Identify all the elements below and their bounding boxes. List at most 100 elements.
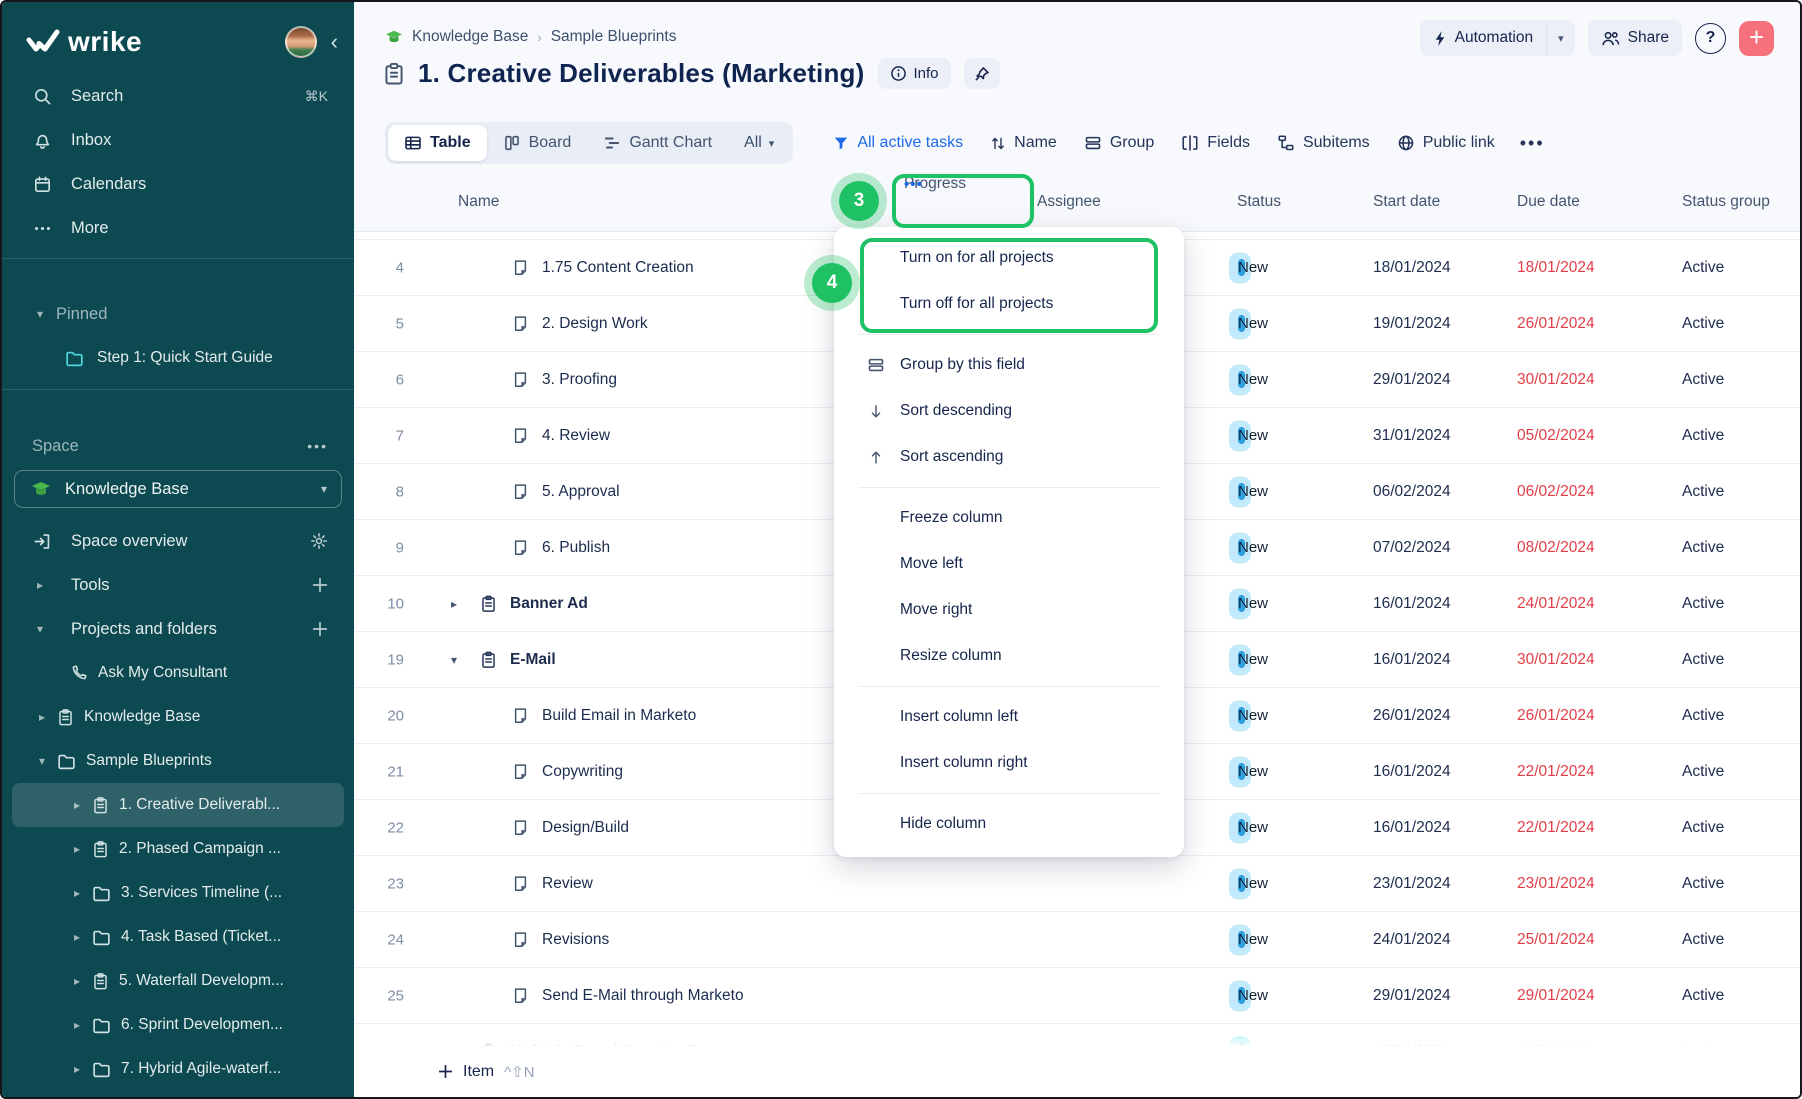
task-name[interactable]: 4. Review: [542, 427, 610, 445]
start-date[interactable]: 29/01/2024: [1373, 371, 1451, 389]
tree-item-3[interactable]: ▾Sample Blueprints: [12, 739, 344, 783]
gear-icon[interactable]: [310, 532, 328, 550]
due-date[interactable]: 26/01/2024: [1517, 315, 1595, 333]
table-row-23[interactable]: 23ReviewNew23/01/202423/01/2024Active: [354, 856, 1800, 912]
task-name[interactable]: Banner Ad: [510, 595, 588, 613]
start-date[interactable]: 16/01/2024: [1373, 763, 1451, 781]
menu-item-turn-on-for-all-projects[interactable]: Turn on for all projects›: [834, 235, 1184, 281]
chevron-right-icon[interactable]: ▸: [451, 597, 457, 611]
column-header-status-group[interactable]: Status group: [1682, 193, 1770, 211]
start-date[interactable]: 19/01/2024: [1373, 315, 1451, 333]
column-header-start-date[interactable]: Start date: [1373, 193, 1440, 211]
share-button[interactable]: Share: [1588, 20, 1682, 56]
due-date[interactable]: 22/01/2024: [1517, 819, 1595, 837]
create-button[interactable]: +: [1739, 21, 1774, 56]
menu-item-hide-column[interactable]: Hide column: [834, 801, 1184, 847]
tree-item-8[interactable]: ▸5. Waterfall Developm...: [12, 959, 344, 1003]
help-button[interactable]: ?: [1695, 23, 1726, 54]
start-date[interactable]: 29/01/2024: [1373, 987, 1451, 1005]
task-name[interactable]: 2. Design Work: [542, 315, 648, 333]
menu-item-sort-ascending[interactable]: Sort ascending: [834, 434, 1184, 480]
due-date[interactable]: 25/01/2024: [1517, 931, 1595, 949]
sidebar-item-calendars[interactable]: Calendars: [2, 162, 354, 206]
due-date[interactable]: 08/02/2024: [1517, 539, 1595, 557]
task-name[interactable]: Design/Build: [542, 819, 629, 837]
start-date[interactable]: 07/02/2024: [1373, 539, 1451, 557]
tab-table[interactable]: Table: [388, 125, 487, 161]
chevron-right-icon[interactable]: ▸: [70, 930, 84, 944]
chevron-right-icon[interactable]: ▸: [70, 842, 84, 856]
column-header-assignee[interactable]: Assignee: [1037, 193, 1101, 211]
due-date[interactable]: 05/02/2024: [1517, 427, 1595, 445]
menu-item-turn-off-for-all-projects[interactable]: Turn off for all projects: [834, 281, 1184, 327]
table-row-25[interactable]: 25Send E-Mail through MarketoNew29/01/20…: [354, 968, 1800, 1024]
chevron-right-icon[interactable]: ▸: [70, 798, 84, 812]
task-name[interactable]: 6. Publish: [542, 539, 610, 557]
sidebar-collapse-icon[interactable]: ‹: [331, 31, 338, 53]
start-date[interactable]: 23/01/2024: [1373, 875, 1451, 893]
breadcrumb-sample-blueprints[interactable]: Sample Blueprints: [551, 28, 677, 46]
task-name[interactable]: Build Email in Marketo: [542, 707, 696, 725]
column-header-name[interactable]: Name: [458, 193, 499, 211]
chevron-down-icon[interactable]: ▾: [451, 653, 457, 667]
menu-item-move-left[interactable]: Move left: [834, 541, 1184, 587]
pinned-item[interactable]: Step 1: Quick Start Guide: [2, 336, 354, 380]
group-button[interactable]: Group: [1084, 134, 1154, 152]
menu-item-freeze-column[interactable]: Freeze column: [834, 495, 1184, 541]
menu-item-insert-column-left[interactable]: Insert column left: [834, 694, 1184, 740]
task-name[interactable]: E-Mail: [510, 651, 556, 669]
progress-menu-dots[interactable]: •••: [904, 176, 923, 193]
tab-board[interactable]: Board: [487, 125, 588, 161]
table-row-24[interactable]: 24RevisionsNew24/01/202425/01/2024Active: [354, 912, 1800, 968]
task-name[interactable]: 5. Approval: [542, 483, 620, 501]
subitems-button[interactable]: Subitems: [1277, 134, 1370, 152]
due-date[interactable]: 22/01/2024: [1517, 763, 1595, 781]
start-date[interactable]: 26/01/2024: [1373, 707, 1451, 725]
sort-button[interactable]: Name: [990, 134, 1057, 152]
tree-item-10[interactable]: ▸7. Hybrid Agile-waterf...: [12, 1047, 344, 1091]
start-date[interactable]: 16/01/2024: [1373, 651, 1451, 669]
tree-item-7[interactable]: ▸4. Task Based (Ticket...: [12, 915, 344, 959]
sidebar-item-more[interactable]: More: [2, 206, 354, 250]
due-date[interactable]: 18/01/2024: [1517, 259, 1595, 277]
due-date[interactable]: 29/01/2024: [1517, 987, 1595, 1005]
task-name[interactable]: Review: [542, 875, 593, 893]
menu-item-move-right[interactable]: Move right: [834, 587, 1184, 633]
tab-gantt-chart[interactable]: Gantt Chart: [587, 125, 728, 161]
chevron-down-icon[interactable]: ▾: [35, 754, 49, 768]
task-name[interactable]: 3. Proofing: [542, 371, 617, 389]
task-name[interactable]: 1.75 Content Creation: [542, 259, 694, 277]
chevron-right-icon[interactable]: ▸: [70, 1018, 84, 1032]
automation-dropdown-chevron[interactable]: ▾: [1547, 32, 1575, 45]
task-name[interactable]: Revisions: [542, 931, 609, 949]
tree-item-4[interactable]: ▸1. Creative Deliverabl...: [12, 783, 344, 827]
due-date[interactable]: 30/01/2024: [1517, 371, 1595, 389]
start-date[interactable]: 31/01/2024: [1373, 427, 1451, 445]
space-more-icon[interactable]: •••: [307, 438, 328, 454]
due-date[interactable]: 24/01/2024: [1517, 595, 1595, 613]
space-switcher[interactable]: Knowledge Base ▾: [14, 470, 342, 508]
column-header-due-date[interactable]: Due date: [1517, 193, 1580, 211]
due-date[interactable]: 23/01/2024: [1517, 875, 1595, 893]
automation-button[interactable]: Automation ▾: [1420, 20, 1575, 56]
wrike-logo[interactable]: wrike: [26, 26, 142, 58]
breadcrumb-knowledge-base[interactable]: Knowledge Base: [412, 28, 528, 46]
start-date[interactable]: 18/01/2024: [1373, 259, 1451, 277]
task-name[interactable]: Copywriting: [542, 763, 623, 781]
plus-icon[interactable]: [312, 621, 328, 637]
chevron-right-icon[interactable]: ▸: [32, 578, 48, 592]
sidebar-item-projects-and-folders[interactable]: ▾Projects and folders: [2, 607, 354, 651]
chevron-down-icon[interactable]: ▾: [32, 622, 48, 636]
start-date[interactable]: 16/01/2024: [1373, 819, 1451, 837]
due-date[interactable]: 30/01/2024: [1517, 651, 1595, 669]
chevron-right-icon[interactable]: ▸: [70, 974, 84, 988]
chevron-right-icon[interactable]: ▸: [35, 710, 49, 724]
tree-item-2[interactable]: ▸Knowledge Base: [12, 695, 344, 739]
tree-item-1[interactable]: Ask My Consultant: [12, 651, 344, 695]
menu-item-insert-column-right[interactable]: Insert column right: [834, 740, 1184, 786]
public-link-button[interactable]: Public link: [1397, 134, 1495, 152]
sidebar-item-tools[interactable]: ▸Tools: [2, 563, 354, 607]
pin-button[interactable]: [964, 58, 1000, 89]
start-date[interactable]: 06/02/2024: [1373, 483, 1451, 501]
start-date[interactable]: 24/01/2024: [1373, 931, 1451, 949]
